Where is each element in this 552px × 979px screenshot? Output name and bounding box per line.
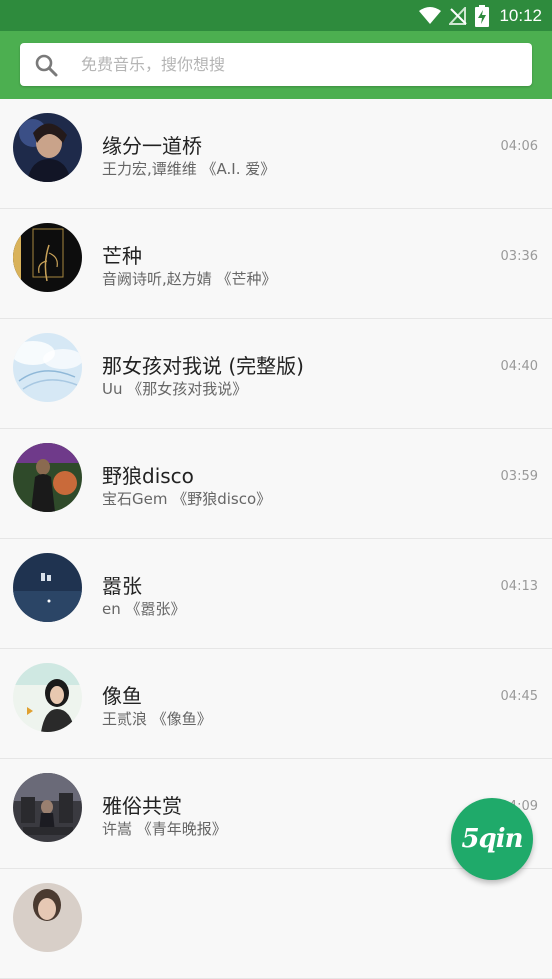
song-row[interactable]: 嚣张 en 《嚣张》 04:13 <box>0 539 552 649</box>
song-title: 雅俗共赏 <box>102 794 182 818</box>
app-bar: 免费音乐，搜你想搜 <box>0 31 552 99</box>
album-cover <box>13 333 82 402</box>
signal-off-icon <box>449 7 468 25</box>
song-title: 嚣张 <box>102 574 142 598</box>
album-cover <box>13 773 82 842</box>
song-title: 那女孩对我说 (完整版) <box>102 354 304 378</box>
song-subtitle: 王力宏,谭维维 《A.I. 爱》 <box>102 160 276 178</box>
status-bar: 10:12 <box>0 0 552 31</box>
song-subtitle: 许嵩 《青年晚报》 <box>102 820 227 838</box>
album-cover <box>13 883 82 952</box>
song-row[interactable] <box>0 869 552 979</box>
song-title: 芒种 <box>102 244 142 268</box>
song-row[interactable]: 野狼disco 宝石Gem 《野狼disco》 03:59 <box>0 429 552 539</box>
fab-button[interactable]: 5qin <box>451 798 533 880</box>
song-row[interactable]: 像鱼 王贰浪 《像鱼》 04:45 <box>0 649 552 759</box>
status-icons: 10:12 <box>419 4 542 28</box>
fab-label: 5qin <box>461 824 523 854</box>
search-box[interactable]: 免费音乐，搜你想搜 <box>20 43 532 86</box>
song-row[interactable]: 那女孩对我说 (完整版) Uu 《那女孩对我说》 04:40 <box>0 319 552 429</box>
album-cover <box>13 223 82 292</box>
song-row[interactable]: 芒种 音阙诗听,赵方婧 《芒种》 03:36 <box>0 209 552 319</box>
search-input[interactable]: 免费音乐，搜你想搜 <box>81 43 225 86</box>
song-subtitle: 音阙诗听,赵方婧 《芒种》 <box>102 270 277 288</box>
song-subtitle: 宝石Gem 《野狼disco》 <box>102 490 272 508</box>
album-cover <box>13 663 82 732</box>
status-time: 10:12 <box>499 6 542 25</box>
song-row[interactable]: 缘分一道桥 王力宏,谭维维 《A.I. 爱》 04:06 <box>0 99 552 209</box>
album-cover <box>13 553 82 622</box>
song-duration: 04:13 <box>500 579 538 594</box>
song-duration: 03:59 <box>500 469 538 484</box>
battery-charging-icon <box>475 5 490 27</box>
song-title: 野狼disco <box>102 464 194 488</box>
song-duration: 04:45 <box>500 689 538 704</box>
search-icon[interactable] <box>34 53 58 77</box>
album-cover <box>13 443 82 512</box>
album-cover <box>13 113 82 182</box>
song-duration: 03:36 <box>500 249 538 264</box>
song-title: 像鱼 <box>102 684 142 708</box>
song-duration: 04:40 <box>500 359 538 374</box>
song-duration: 04:06 <box>500 139 538 154</box>
song-title: 缘分一道桥 <box>102 134 202 158</box>
song-subtitle: Uu 《那女孩对我说》 <box>102 380 248 398</box>
song-subtitle: 王贰浪 《像鱼》 <box>102 710 212 728</box>
song-subtitle: en 《嚣张》 <box>102 600 186 618</box>
wifi-icon <box>419 7 442 24</box>
